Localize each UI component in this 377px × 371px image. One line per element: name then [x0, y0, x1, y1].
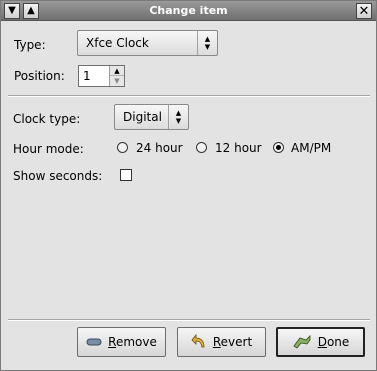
window-menu-icon: ▼ [8, 5, 16, 16]
spin-up-icon[interactable]: ▲ [110, 66, 124, 76]
remove-rest: emove [115, 335, 157, 349]
done-icon [293, 335, 311, 349]
revert-button[interactable]: Revert [177, 327, 266, 357]
show-seconds-label: Show seconds: [13, 169, 103, 183]
updown-arrows-icon: ▲ ▼ [197, 31, 217, 55]
remove-icon [86, 338, 102, 346]
change-item-window: Change item ▼ ▲ ✕ Type: Xfce Clock ▲ ▼ Po… [0, 0, 377, 371]
updown-arrows-icon: ▲ ▼ [168, 105, 188, 129]
radio-24-hour[interactable] [117, 142, 128, 153]
window-title: Change item [149, 4, 228, 17]
title-bar[interactable]: Change item ▼ ▲ ✕ [1, 1, 376, 21]
revert-icon [191, 334, 205, 348]
hour-mode-label: Hour mode: [13, 142, 84, 156]
clock-type-label: Clock type: [13, 112, 81, 126]
shade-button[interactable]: ▲ [23, 3, 39, 19]
position-label: Position: [14, 69, 65, 83]
position-value: 1 [83, 69, 91, 83]
radio-am-pm[interactable] [273, 142, 284, 153]
type-value: Xfce Clock [86, 36, 149, 50]
close-button[interactable]: ✕ [356, 3, 372, 19]
separator [8, 95, 370, 97]
spin-buttons: ▲ ▼ [109, 66, 124, 86]
close-icon: ✕ [358, 3, 370, 19]
revert-mnemonic: R [212, 335, 221, 349]
remove-button-label: Remove [108, 335, 157, 349]
done-button[interactable]: Done [276, 327, 365, 357]
separator [8, 319, 370, 321]
remove-button[interactable]: Remove [77, 327, 166, 357]
clock-type-combo[interactable]: Digital ▲ ▼ [114, 104, 189, 130]
done-mnemonic: D [317, 335, 327, 349]
type-label: Type: [14, 38, 46, 52]
radio-12-hour-label[interactable]: 12 hour [215, 141, 262, 155]
spin-down-icon[interactable]: ▼ [110, 76, 124, 86]
done-button-label: Done [318, 335, 350, 349]
shade-icon: ▲ [27, 5, 35, 16]
remove-mnemonic: R [108, 335, 116, 349]
type-combo[interactable]: Xfce Clock ▲ ▼ [77, 30, 218, 56]
clock-type-value: Digital [123, 110, 162, 124]
radio-24-hour-label[interactable]: 24 hour [136, 141, 183, 155]
radio-12-hour[interactable] [196, 142, 207, 153]
revert-rest: evert [220, 335, 253, 349]
show-seconds-checkbox[interactable] [120, 169, 132, 181]
position-spinbutton[interactable]: 1 ▲ ▼ [78, 65, 125, 87]
done-rest: one [326, 335, 350, 349]
window-menu-button[interactable]: ▼ [4, 3, 20, 19]
revert-button-label: Revert [213, 335, 252, 349]
radio-am-pm-label[interactable]: AM/PM [291, 141, 331, 155]
